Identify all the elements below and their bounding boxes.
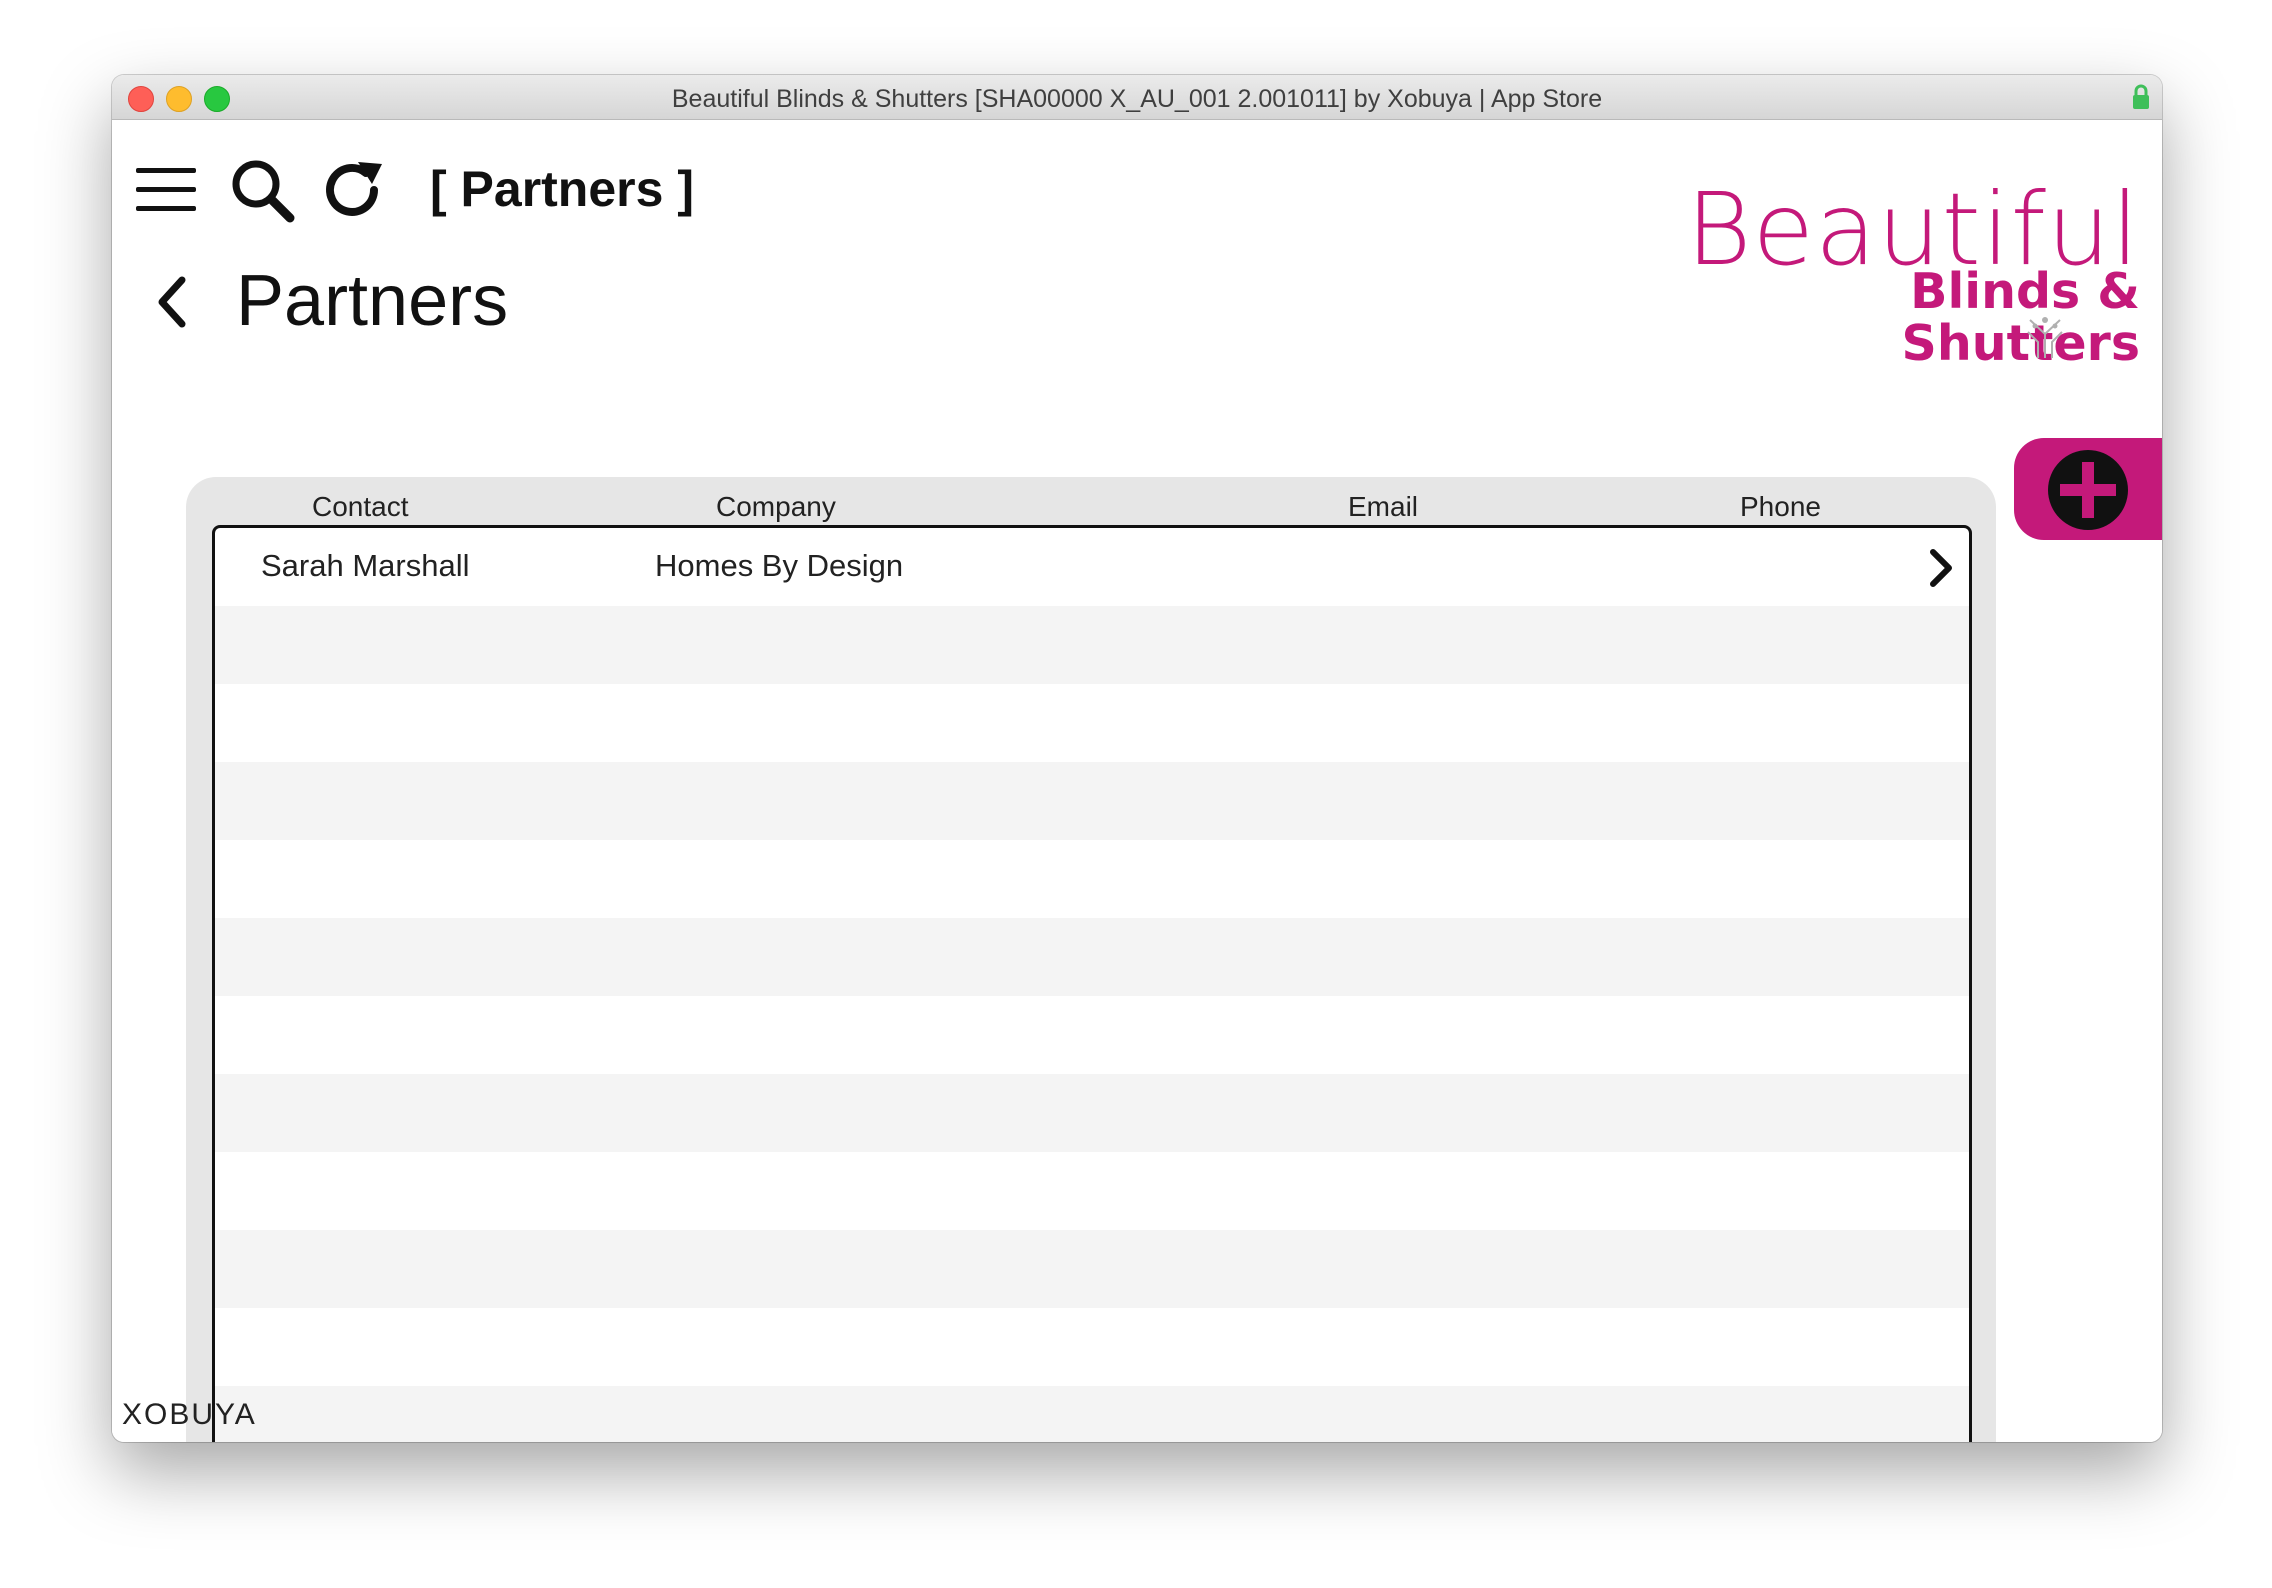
cell-company: Homes By Design [655,548,904,583]
column-header-email[interactable]: Email [1348,491,1418,523]
brand-logo: Beautiful Blinds & Shutters [1670,180,2140,370]
empty-table-row [215,918,1969,996]
xobuya-logo: XOBUYA [122,1398,257,1431]
title-bar[interactable]: Beautiful Blinds & Shutters [SHA00000 X_… [112,75,2162,120]
empty-table-row [215,684,1969,762]
chevron-left-icon[interactable] [148,270,198,334]
add-partner-button[interactable] [2014,438,2162,540]
partners-table: Sarah Marshall Homes By Design [212,525,1972,1442]
empty-table-row [215,606,1969,684]
lock-icon [2133,84,2149,109]
column-header-phone[interactable]: Phone [1740,491,1821,523]
empty-table-row [215,840,1969,918]
brand-mark-icon [2027,317,2063,358]
section-label: [ Partners ] [430,161,694,217]
plus-circle-icon [2048,450,2128,530]
app-window: Beautiful Blinds & Shutters [SHA00000 X_… [112,75,2162,1442]
column-header-contact[interactable]: Contact [312,491,409,523]
search-icon[interactable] [230,158,296,224]
partners-table-panel: Contact Company Email Phone Sarah Marsha… [186,477,1996,1442]
empty-table-row [215,762,1969,840]
empty-table-row [215,1386,1969,1442]
empty-table-row [215,1152,1969,1230]
empty-table-row [215,1308,1969,1386]
empty-table-row [215,1074,1969,1152]
hamburger-menu-icon[interactable] [136,164,198,216]
main-content: [ Partners ] Partners Beautiful Blinds &… [112,120,2162,1442]
column-header-company[interactable]: Company [716,491,836,523]
page-title: Partners [236,261,509,341]
empty-table-row [215,1230,1969,1308]
refresh-icon[interactable] [322,158,386,222]
chevron-right-icon[interactable] [1925,546,1955,590]
empty-table-row [215,996,1969,1074]
cell-contact: Sarah Marshall [261,548,470,583]
window-title: Beautiful Blinds & Shutters [SHA00000 X_… [671,85,1603,113]
table-row[interactable]: Sarah Marshall Homes By Design [215,528,1969,606]
